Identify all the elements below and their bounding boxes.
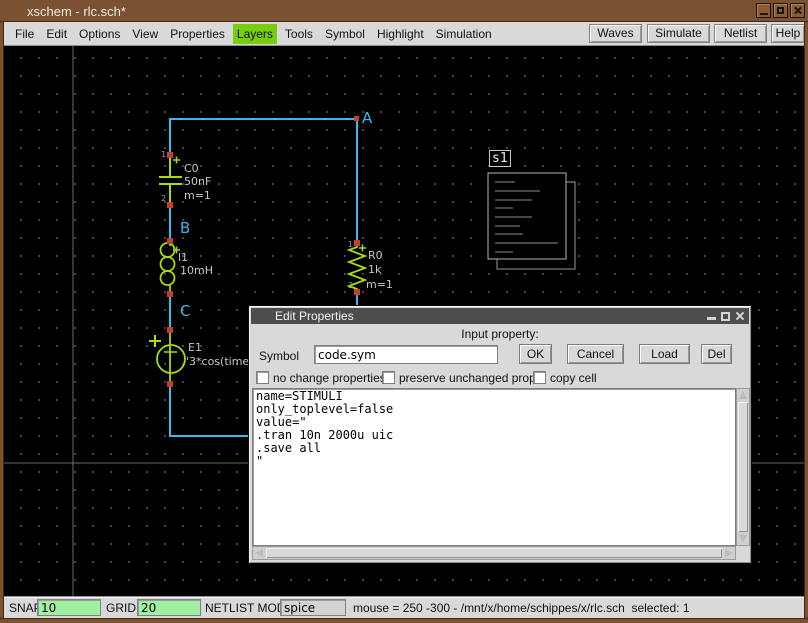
snap-input[interactable] — [37, 599, 101, 616]
node-label-a[interactable]: A — [362, 109, 372, 127]
window-frame-right — [804, 22, 808, 623]
help-button[interactable]: Help — [771, 24, 805, 43]
resistor-pin2-number: 2 — [348, 281, 353, 290]
symbol-input[interactable] — [314, 345, 498, 364]
dialog-maximize-icon[interactable] — [721, 312, 730, 321]
menu-simulation[interactable]: Simulation — [432, 24, 496, 44]
netlist-button[interactable]: Netlist — [714, 24, 767, 43]
window-close-button[interactable] — [790, 3, 805, 18]
horizontal-scroll-thumb[interactable] — [266, 548, 722, 558]
resistor-name[interactable]: R0 — [368, 249, 383, 262]
scroll-down-icon[interactable] — [739, 535, 747, 543]
dialog-minimize-icon[interactable] — [707, 317, 716, 320]
menu-properties[interactable]: Properties — [166, 24, 229, 44]
capacitor-value[interactable]: 50nF — [184, 175, 211, 188]
menu-layers[interactable]: Layers — [233, 24, 277, 44]
grid-input[interactable] — [137, 599, 201, 616]
horizontal-scrollbar[interactable] — [252, 546, 736, 560]
resistor-mult[interactable]: m=1 — [366, 278, 393, 291]
capacitor-mult[interactable]: m=1 — [184, 189, 211, 202]
resistor-value[interactable]: 1k — [368, 263, 381, 276]
capacitor-pin2-number: 2 — [161, 194, 166, 203]
dialog-header: Input property: — [249, 327, 751, 341]
menu-file[interactable]: File — [11, 24, 38, 44]
scroll-up-icon[interactable] — [739, 391, 747, 399]
voltage-source-symbol[interactable] — [149, 330, 185, 384]
menu-tools[interactable]: Tools — [281, 24, 317, 44]
ok-button[interactable]: OK — [519, 344, 552, 364]
window-minimize-button[interactable] — [756, 3, 771, 18]
checkbox-no-change-properties[interactable] — [256, 371, 269, 384]
grid-label: GRID: — [106, 601, 139, 615]
inductor-value[interactable]: 10mH — [180, 264, 213, 277]
menubar: File Edit Options View Properties Layers… — [4, 22, 804, 46]
cancel-button[interactable]: Cancel — [567, 344, 624, 364]
window-titlebar[interactable]: xschem - rlc.sch* — [0, 0, 808, 22]
node-label-c[interactable]: C — [180, 302, 190, 320]
vertical-scrollbar[interactable] — [736, 388, 750, 546]
window-title: xschem - rlc.sch* — [27, 4, 126, 19]
inductor-name[interactable]: l1 — [178, 251, 188, 264]
checkbox-copy-cell[interactable] — [533, 371, 546, 384]
inductor-symbol[interactable] — [161, 241, 181, 294]
dialog-controls — [707, 311, 745, 321]
statusbar: SNAP: GRID: NETLIST MODE: mouse = 250 -3… — [4, 596, 804, 618]
checkbox-copy-cell-label: copy cell — [550, 371, 597, 385]
properties-textarea[interactable]: name=STIMULI only_toplevel=false value="… — [252, 388, 736, 546]
close-icon — [793, 6, 802, 15]
scroll-left-icon[interactable] — [255, 549, 263, 557]
del-button[interactable]: Del — [701, 344, 732, 364]
source-name[interactable]: E1 — [188, 341, 202, 354]
xschem-window: xschem - rlc.sch* File Edit Options View… — [0, 0, 808, 623]
vertical-scroll-thumb[interactable] — [738, 402, 748, 532]
code-block-symbol[interactable] — [488, 173, 575, 269]
capacitor-name[interactable]: C0 — [184, 162, 199, 175]
window-maximize-button[interactable] — [773, 3, 788, 18]
dialog-title: Edit Properties — [275, 309, 354, 323]
waves-button[interactable]: Waves — [589, 24, 642, 43]
load-button[interactable]: Load — [639, 344, 690, 364]
dialog-close-icon[interactable] — [735, 311, 745, 321]
netlist-mode-input[interactable] — [280, 599, 346, 616]
maximize-icon — [777, 7, 784, 14]
mouse-status-text: mouse = 250 -300 - /mnt/x/home/schippes/… — [353, 601, 690, 615]
window-controls — [756, 3, 805, 18]
code-block-label[interactable]: s1 — [489, 150, 511, 167]
dialog-titlebar[interactable]: Edit Properties — [251, 308, 749, 324]
menu-edit[interactable]: Edit — [42, 24, 71, 44]
window-frame-left — [0, 22, 4, 623]
window-frame-bottom — [0, 618, 808, 623]
checkbox-preserve-unchanged-props[interactable] — [382, 371, 395, 384]
checkbox-preserve-unchanged-props-label: preserve unchanged props — [399, 371, 542, 385]
symbol-label: Symbol — [259, 349, 299, 363]
checkbox-no-change-properties-label: no change properties — [273, 371, 386, 385]
node-label-b[interactable]: B — [180, 219, 190, 237]
minimize-icon — [760, 13, 768, 15]
edit-properties-dialog: Edit Properties Input property: Symbol O… — [248, 305, 752, 564]
scroll-right-icon[interactable] — [725, 549, 733, 557]
simulate-button[interactable]: Simulate — [647, 24, 710, 43]
capacitor-pin1-number: 1 — [161, 150, 166, 159]
menu-options[interactable]: Options — [75, 24, 124, 44]
menu-symbol[interactable]: Symbol — [321, 24, 369, 44]
menu-highlight[interactable]: Highlight — [373, 24, 428, 44]
resistor-pin1-number: 1 — [348, 240, 353, 249]
menu-view[interactable]: View — [128, 24, 162, 44]
